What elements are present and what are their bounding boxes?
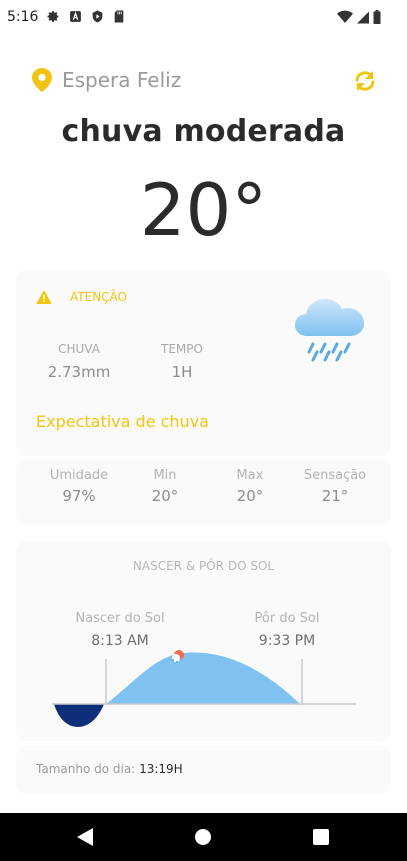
recents-icon [313, 829, 329, 845]
metric-humidity: Umidade 97% [32, 468, 126, 505]
sunrise-label: Nascer do Sol [75, 611, 165, 626]
battery-icon [373, 10, 381, 24]
day-length-value: 13:19H [139, 762, 183, 776]
rain-cloud-icon [293, 286, 373, 370]
day-length: Tamanho do dia: 13:19H [36, 762, 183, 776]
metric-max: Max 20° [203, 468, 297, 505]
metric-value: 20° [236, 487, 264, 505]
alert-header: ATENÇÃO [36, 290, 127, 304]
location-name: Espera Feliz [62, 68, 182, 92]
play-protect-icon [92, 10, 103, 23]
home-icon [195, 829, 211, 845]
day-length-card: Tamanho do dia: 13:19H [16, 746, 391, 794]
sun-path-chart [52, 650, 356, 727]
time-label: TEMPO [161, 342, 203, 356]
current-temperature: 20° [139, 168, 268, 252]
status-bar: 5:16 [0, 0, 407, 34]
night-arc [54, 704, 104, 727]
weather-condition: chuva moderada [61, 114, 346, 149]
status-icons-left [47, 10, 125, 23]
rain-label: CHUVA [58, 342, 100, 356]
refresh-icon [355, 71, 375, 91]
location-row[interactable]: Espera Feliz [32, 68, 181, 92]
status-icons-right [337, 10, 381, 24]
metric-value: 97% [62, 487, 96, 505]
gear-icon [47, 11, 59, 22]
wifi-icon [337, 10, 353, 23]
metric-min: Min 20° [118, 468, 212, 505]
metric-label: Sensação [303, 468, 367, 483]
metric-value: 20° [151, 487, 179, 505]
navigation-bar [0, 813, 407, 861]
metric-label: Umidade [49, 468, 109, 483]
warning-icon [36, 290, 52, 304]
alert-title: ATENÇÃO [70, 290, 127, 304]
refresh-button[interactable] [353, 70, 377, 96]
sd-card-icon [114, 10, 124, 23]
sun-card-title: NASCER & PÔR DO SOL [132, 559, 275, 573]
status-time: 5:16 [7, 9, 39, 25]
rain-alert-card: ATENÇÃO CHUVA 2.73mm TEMPO 1H Expectativ… [16, 270, 391, 456]
sun-card: NASCER & PÔR DO SOL Nascer do Sol 8:13 A… [16, 541, 391, 741]
metric-feels-like: Sensação 21° [288, 468, 382, 505]
home-button[interactable] [191, 825, 215, 849]
day-length-label: Tamanho do dia: [36, 762, 136, 776]
back-icon [77, 828, 93, 846]
metric-label: Min [153, 468, 177, 483]
back-button[interactable] [73, 825, 97, 849]
signal-icon [357, 11, 369, 23]
rain-value: 2.73mm [47, 363, 111, 381]
location-pin-icon [32, 68, 52, 92]
font-a-icon [70, 11, 81, 22]
metrics-card: Umidade 97% Min 20° Max 20° Sensação 21° [16, 460, 391, 524]
time-value: 1H [171, 363, 193, 381]
metric-label: Max [236, 468, 264, 483]
rain-expectation: Expectativa de chuva [36, 412, 209, 431]
daylight-arc [106, 652, 300, 704]
sunset-label: Pôr do Sol [254, 611, 320, 626]
metric-value: 21° [321, 487, 349, 505]
recents-button[interactable] [309, 825, 333, 849]
